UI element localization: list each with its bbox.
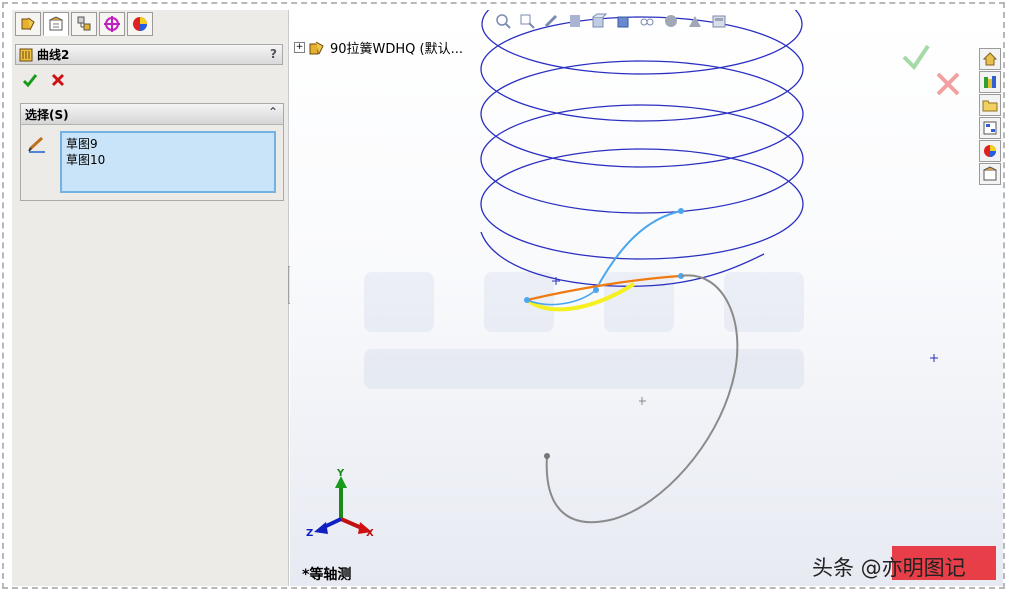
configuration-manager-icon [77,16,91,31]
previous-view-button[interactable] [542,12,560,30]
apply-scene-button[interactable] [686,12,704,30]
custom-properties-icon [983,166,997,181]
model-view-canvas [314,10,960,534]
task-pane-home-button[interactable] [979,48,1001,70]
property-manager-panel: 曲线2 ? 选择(S) ⌃ 草图9 草图10 [12,10,289,586]
part-name-label: 90拉簧WDHQ (默认... [330,42,464,57]
property-manager-tab[interactable] [43,12,69,36]
section-view-icon [570,15,580,27]
appearance-sphere-icon [665,15,677,27]
feature-manager-tab[interactable] [15,12,41,36]
file-explorer-button[interactable] [979,94,1001,116]
help-icon[interactable]: ? [270,47,277,61]
ok-check-icon[interactable] [22,72,38,88]
reference-triad [314,476,372,534]
custom-properties-button[interactable] [979,163,1001,185]
selection-section-header[interactable]: 选择(S) ⌃ [21,104,283,125]
design-library-icon [984,76,996,88]
heads-up-view-toolbar [494,12,728,30]
selection-section: 选择(S) ⌃ 草图9 草图10 [20,103,284,201]
selection-list-item[interactable]: 草图9 [66,136,270,152]
cancel-x-icon[interactable] [50,72,66,88]
zoom-fit-icon [496,14,511,29]
view-orientation-button[interactable] [590,12,608,30]
view-settings-button[interactable] [710,12,728,30]
display-manager-icon [133,17,147,31]
ok-cancel-bar [22,72,66,88]
selection-list[interactable]: 草图9 草图10 [60,131,276,193]
part-icon [309,41,324,54]
selection-list-item[interactable]: 草图10 [66,152,270,168]
collapse-chevron-icon[interactable]: ⌃ [268,105,278,119]
zoom-to-fit-button[interactable] [494,12,512,30]
zoom-area-icon [520,14,535,29]
triad-x-label: X [366,528,374,539]
display-style-button[interactable] [614,12,632,30]
folder-icon [982,100,998,112]
task-pane-toolbar [979,48,1003,185]
window-frame: 曲线2 ? 选择(S) ⌃ 草图9 草图10 Y X Z + 90拉簧WDHQ … [2,2,1005,589]
configuration-manager-tab[interactable] [71,12,97,36]
feature-manager-icon [21,17,35,31]
edit-appearance-button[interactable] [662,12,680,30]
view-palette-icon [983,121,997,135]
hide-show-icon [640,18,654,26]
property-manager-title: 曲线2 [37,48,70,62]
view-orientation-icon [592,13,607,28]
triad-z-label: Z [306,528,314,539]
tree-expander[interactable]: + [294,42,305,53]
design-library-button[interactable] [979,71,1001,93]
hide-show-items-button[interactable] [638,12,656,30]
curve-feature-icon [19,48,33,61]
previous-view-icon [544,14,558,28]
home-icon [982,52,998,66]
sketch-selection-icon [28,136,45,153]
dimxpert-tab[interactable] [99,12,125,36]
appearances-icon [984,145,996,157]
property-manager-header: 曲线2 ? [15,44,283,65]
feature-tree-root[interactable]: + 90拉簧WDHQ (默认... [294,38,463,57]
dimxpert-icon [104,16,120,32]
display-style-icon [617,16,629,28]
section-view-button[interactable] [566,12,584,30]
selection-section-title: 选择(S) [25,107,69,122]
panel-tabs [15,12,153,38]
view-settings-icon [712,15,726,28]
appearances-button[interactable] [979,140,1001,162]
graphics-area[interactable]: Y X Z [290,10,1003,586]
zoom-area-button[interactable] [518,12,536,30]
helix-spring [480,10,804,287]
scene-icon [689,16,701,27]
view-palette-button[interactable] [979,117,1001,139]
triad-y-label: Y [337,468,345,479]
view-orientation-label: *等轴测 [302,567,352,583]
watermark-text: 头条 @亦明图记 [812,556,966,580]
display-manager-tab[interactable] [127,12,153,36]
property-manager-icon [49,16,63,31]
